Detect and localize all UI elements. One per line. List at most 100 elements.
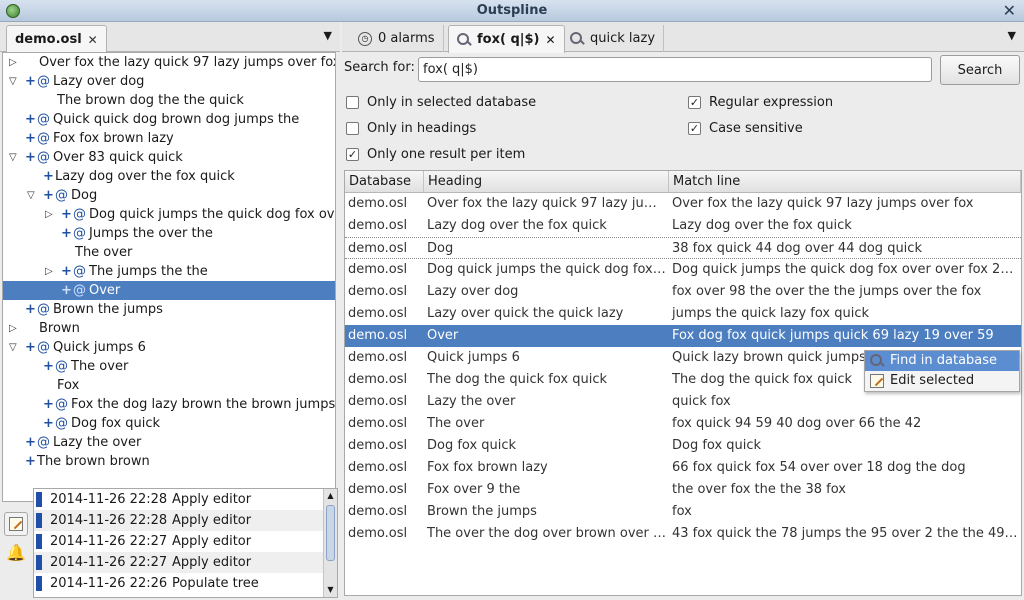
result-row[interactable]: demo.osl Brown the jumps fox bbox=[345, 501, 1021, 523]
log-row[interactable]: 2014-11-26 22:26 Populate tree bbox=[34, 573, 337, 594]
option-one-result-per-item[interactable]: ✓ Only one result per item bbox=[346, 147, 525, 162]
context-menu: Find in database Edit selected bbox=[864, 350, 1020, 392]
column-heading[interactable]: Heading bbox=[424, 171, 669, 192]
edit-icon bbox=[870, 374, 884, 388]
result-row[interactable]: demo.osl Lazy over dog fox over 98 the ove… bbox=[345, 281, 1021, 303]
expand-down-icon[interactable]: ▽ bbox=[9, 338, 19, 357]
scroll-thumb[interactable] bbox=[326, 505, 335, 561]
result-row[interactable]: demo.osl Over fox the lazy quick 97 lazy … bbox=[345, 193, 1021, 215]
alarm-at-icon: @ bbox=[37, 435, 50, 450]
log-row[interactable]: 2014-11-26 22:27 Apply editor bbox=[34, 552, 337, 573]
tree-item-label: Dog bbox=[71, 188, 98, 203]
result-row[interactable]: demo.osl Lazy dog over the fox quick Lazy … bbox=[345, 215, 1021, 237]
close-tab-icon[interactable]: ✕ bbox=[545, 33, 555, 47]
result-database: demo.osl bbox=[348, 306, 408, 321]
tree-item[interactable]: The brown dog the the quick bbox=[3, 91, 335, 110]
result-row[interactable]: demo.osl The over the dog over brown over… bbox=[345, 523, 1021, 545]
tab-alarms[interactable]: ◷ 0 alarms bbox=[350, 25, 444, 52]
edit-selected-menu-item[interactable]: Edit selected bbox=[865, 371, 1019, 391]
log-action: Apply editor bbox=[172, 534, 252, 549]
tree-item[interactable]: ▽ + @ Lazy over dog bbox=[3, 72, 335, 91]
tree-item[interactable]: ▷ Brown bbox=[3, 319, 335, 338]
expand-right-icon[interactable]: ▷ bbox=[45, 205, 55, 224]
tree-item-label: Dog quick jumps the quick dog fox over bbox=[89, 207, 336, 222]
result-row[interactable]: demo.osl The over fox quick 94 59 40 dog o… bbox=[345, 413, 1021, 435]
tree-item[interactable]: ▷ + @ The jumps the the bbox=[3, 262, 335, 281]
tree-item[interactable]: ▽ + @ Dog bbox=[3, 186, 335, 205]
tree-item[interactable]: ▽ + @ Over 83 quick quick bbox=[3, 148, 335, 167]
close-window-button[interactable]: ✕ bbox=[1003, 1, 1016, 20]
log-scrollbar[interactable]: ▲ ▼ bbox=[323, 489, 337, 597]
expand-right-icon[interactable]: ▷ bbox=[9, 53, 19, 72]
tab-search-regex[interactable]: fox( q|$) ✕ bbox=[448, 25, 565, 53]
option-only-selected-db[interactable]: Only in selected database bbox=[346, 95, 536, 110]
result-row[interactable]: demo.osl Lazy over quick the quick lazy ju… bbox=[345, 303, 1021, 325]
outline-tree[interactable]: ▷ Over fox the lazy quick 97 lazy jumps o… bbox=[2, 52, 336, 502]
result-heading: Lazy dog over the fox quick bbox=[427, 218, 607, 233]
tree-item[interactable]: + @ The over bbox=[3, 357, 335, 376]
log-marker bbox=[36, 576, 42, 591]
expand-right-icon[interactable]: ▷ bbox=[9, 319, 19, 338]
log-time: 2014-11-26 22:28 bbox=[50, 513, 168, 528]
result-row[interactable]: demo.osl Dog quick jumps the quick dog fo… bbox=[345, 259, 1021, 281]
tree-item[interactable]: + @ Quick quick dog brown dog jumps the bbox=[3, 110, 335, 129]
tree-item[interactable]: ▽ + @ Quick jumps 6 bbox=[3, 338, 335, 357]
option-only-headings[interactable]: Only in headings bbox=[346, 121, 476, 136]
column-match-line[interactable]: Match line bbox=[669, 171, 1021, 192]
log-row[interactable]: 2014-11-26 22:27 Apply editor bbox=[34, 531, 337, 552]
expand-down-icon[interactable]: ▽ bbox=[27, 186, 37, 205]
alarm-at-icon: @ bbox=[37, 74, 50, 89]
option-case-sensitive[interactable]: ✓ Case sensitive bbox=[688, 121, 803, 136]
tree-item[interactable]: Fox bbox=[3, 376, 335, 395]
search-button[interactable]: Search bbox=[940, 55, 1020, 85]
tree-item[interactable]: + @ Dog fox quick bbox=[3, 414, 335, 433]
result-row[interactable]: demo.osl Dog fox quick Dog fox quick bbox=[345, 435, 1021, 457]
option-regular-expression[interactable]: ✓ Regular expression bbox=[688, 95, 833, 110]
column-database[interactable]: Database bbox=[345, 171, 424, 192]
scroll-up-icon[interactable]: ▲ bbox=[324, 489, 337, 503]
checkbox[interactable]: ✓ bbox=[688, 96, 701, 109]
result-row[interactable]: demo.osl Fox over 9 the the over fox the t… bbox=[345, 479, 1021, 501]
checkbox[interactable] bbox=[346, 122, 359, 135]
checkbox[interactable]: ✓ bbox=[688, 122, 701, 135]
tree-item[interactable]: The over bbox=[3, 243, 335, 262]
log-row[interactable]: 2014-11-26 22:28 Apply editor bbox=[34, 510, 337, 531]
alarm-at-icon: @ bbox=[37, 150, 50, 165]
tree-item[interactable]: + @ Brown the jumps bbox=[3, 300, 335, 319]
result-match-line: jumps the quick lazy fox quick bbox=[672, 306, 870, 321]
tree-item[interactable]: + The brown brown bbox=[3, 452, 335, 471]
search-input[interactable] bbox=[418, 57, 932, 82]
result-row[interactable]: demo.osl Fox fox brown lazy 66 fox quick f… bbox=[345, 457, 1021, 479]
tree-item[interactable]: ▷ + @ Dog quick jumps the quick dog fox ove… bbox=[3, 205, 335, 224]
checkbox[interactable] bbox=[346, 96, 359, 109]
result-row[interactable]: demo.osl Over Fox dog fox quick jumps quic… bbox=[345, 325, 1021, 347]
expand-right-icon[interactable]: ▷ bbox=[45, 262, 55, 281]
tree-item[interactable]: + @ Fox fox brown lazy bbox=[3, 129, 335, 148]
log-editor-button[interactable] bbox=[4, 512, 28, 536]
tab-search-quick-lazy[interactable]: quick lazy bbox=[562, 25, 665, 52]
find-in-database-menu-item[interactable]: Find in database bbox=[865, 351, 1019, 371]
tab-demo-osl[interactable]: demo.osl ✕ bbox=[6, 25, 107, 53]
alarm-at-icon: @ bbox=[55, 359, 68, 374]
scroll-down-icon[interactable]: ▼ bbox=[324, 583, 337, 597]
alarm-bell-icon[interactable]: 🔔 bbox=[4, 540, 28, 564]
tree-item[interactable]: + @ Over bbox=[3, 281, 335, 300]
expand-down-icon[interactable]: ▽ bbox=[9, 72, 19, 91]
tree-item[interactable]: + @ Jumps the over the bbox=[3, 224, 335, 243]
log-marker bbox=[36, 492, 42, 507]
expand-down-icon[interactable]: ▽ bbox=[9, 148, 19, 167]
tree-item-label: The brown dog the the quick bbox=[57, 93, 244, 108]
log-row[interactable]: 2014-11-26 22:28 Apply editor bbox=[34, 489, 337, 510]
result-row[interactable]: demo.osl Dog 38 fox quick 44 dog over 44 d… bbox=[345, 237, 1021, 259]
tab-list-dropdown-icon[interactable]: ▼ bbox=[324, 29, 332, 42]
tree-item[interactable]: + Lazy dog over the fox quick bbox=[3, 167, 335, 186]
tree-item[interactable]: + @ Fox the dog lazy brown the brown jumps bbox=[3, 395, 335, 414]
close-tab-icon[interactable]: ✕ bbox=[88, 33, 98, 47]
plus-icon: + bbox=[25, 454, 36, 469]
result-database: demo.osl bbox=[348, 460, 408, 475]
tree-item[interactable]: ▷ Over fox the lazy quick 97 lazy jumps o… bbox=[3, 53, 335, 72]
result-row[interactable]: demo.osl Lazy the over quick fox bbox=[345, 391, 1021, 413]
checkbox[interactable]: ✓ bbox=[346, 148, 359, 161]
tree-item[interactable]: + @ Lazy the over bbox=[3, 433, 335, 452]
tab-list-dropdown-icon[interactable]: ▼ bbox=[1008, 29, 1016, 42]
